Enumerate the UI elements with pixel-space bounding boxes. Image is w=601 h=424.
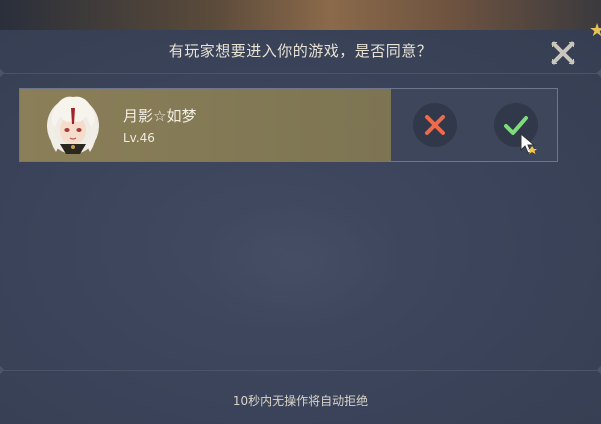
close-button[interactable] [550,40,576,66]
player-avatar [40,94,106,156]
game-screen: ★ 有玩家想要进入你的游戏，是否同意？ 月影☆如梦 Lv.46 10秒内无操作将… [0,0,601,424]
close-x-icon [551,41,575,65]
dialog-title: 有玩家想要进入你的游戏，是否同意？ [168,42,433,60]
cursor-pointer-icon [520,133,537,154]
cross-icon [425,115,445,135]
player-level: Lv.46 [123,131,155,145]
avatar-portrait-icon [47,96,99,154]
reject-button[interactable] [413,103,457,147]
auto-reject-notice: 10秒内无操作将自动拒绝 [232,394,369,408]
bottom-divider [0,370,601,371]
player-card[interactable]: 月影☆如梦 Lv.46 [20,89,391,161]
panel-background-pattern [200,200,400,330]
join-request-row: 月影☆如梦 Lv.46 [19,88,558,162]
top-divider [0,73,601,74]
game-background-strip [0,0,601,30]
star-icon: ★ [589,20,601,41]
player-name: 月影☆如梦 [123,107,197,125]
